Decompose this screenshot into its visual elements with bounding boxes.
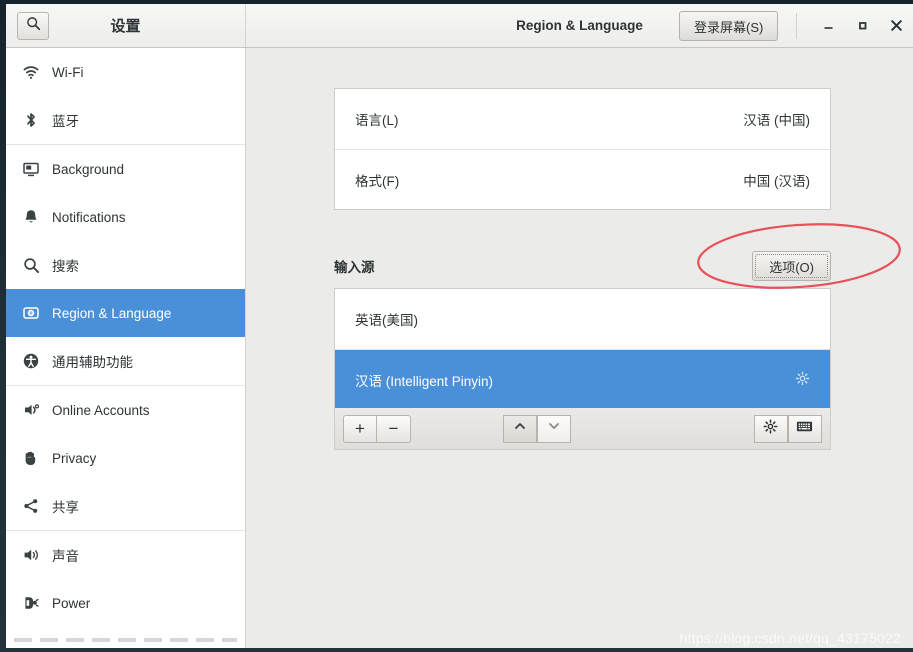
sidebar-item-label: Privacy <box>52 450 97 466</box>
sidebar-item-bluetooth[interactable]: 蓝牙 <box>6 96 245 144</box>
sidebar-item-search[interactable]: 搜索 <box>6 241 245 289</box>
sidebar-item-power[interactable]: Power <box>6 579 245 627</box>
accessibility-icon <box>16 352 46 370</box>
input-source-settings-button[interactable] <box>753 414 788 443</box>
input-sources-title: 输入源 <box>334 260 375 275</box>
share-icon <box>16 497 46 515</box>
monitor-icon <box>16 160 46 178</box>
options-button-label: 选项(O) <box>769 259 814 275</box>
sidebar-item-label: Power <box>52 595 91 611</box>
settings-sidebar: Wi-Fi 蓝牙 Background Notifications 搜索 Reg… <box>6 48 246 648</box>
input-source-label: 英语(美国) <box>355 313 418 328</box>
sidebar-item-label: Region & Language <box>52 305 172 321</box>
chevron-up-icon <box>513 419 527 438</box>
sidebar-item-background[interactable]: Background <box>6 145 245 193</box>
remove-input-source-button[interactable]: − <box>377 414 411 443</box>
search-button[interactable] <box>17 11 49 40</box>
window-content: Wi-Fi 蓝牙 Background Notifications 搜索 Reg… <box>6 48 913 648</box>
sidebar-item-label: Notifications <box>52 209 126 225</box>
search-icon <box>16 257 46 274</box>
input-source-row[interactable]: 英语(美国) <box>335 289 830 349</box>
options-button[interactable]: 选项(O) <box>752 251 831 281</box>
input-source-row[interactable]: 汉语 (Intelligent Pinyin) <box>335 349 830 409</box>
add-remove-group: + − <box>343 414 411 443</box>
input-source-label: 汉语 (Intelligent Pinyin) <box>355 373 494 389</box>
sidebar-item-privacy[interactable]: Privacy <box>6 434 245 482</box>
sidebar-item-region-language[interactable]: Region & Language <box>6 289 245 337</box>
window-controls <box>796 4 913 47</box>
sidebar-item-notifications[interactable]: Notifications <box>6 193 245 241</box>
language-format-card: 语言(L) 汉语 (中国) 格式(F) 中国 (汉语) <box>334 88 831 210</box>
sidebar-item-wifi[interactable]: Wi-Fi <box>6 48 245 96</box>
sidebar-item-label: 搜索 <box>52 259 79 274</box>
sidebar-item-label: 通用辅助功能 <box>52 355 133 370</box>
language-row[interactable]: 语言(L) 汉语 (中国) <box>335 89 830 149</box>
search-icon <box>26 16 41 36</box>
login-screen-button-label: 登录屏幕(S) <box>694 19 764 35</box>
input-sources-header: 输入源 选项(O) <box>334 246 831 286</box>
headerbar-right-section: Region & Language 登录屏幕(S) <box>246 4 913 47</box>
gear-icon[interactable] <box>795 371 810 389</box>
sidebar-item-label: 共享 <box>52 500 79 515</box>
sidebar-scroll-indicator[interactable] <box>14 638 237 642</box>
minus-icon: − <box>388 419 399 438</box>
keyboard-icon <box>796 419 813 439</box>
login-screen-button[interactable]: 登录屏幕(S) <box>679 11 779 41</box>
plus-icon: + <box>355 419 365 438</box>
settings-group <box>753 414 822 443</box>
bluetooth-icon <box>16 111 46 129</box>
wifi-icon <box>16 63 46 81</box>
add-input-source-button[interactable]: + <box>343 414 377 443</box>
sidebar-item-sharing[interactable]: 共享 <box>6 482 245 530</box>
reorder-group <box>502 414 571 443</box>
bell-icon <box>16 208 46 226</box>
globe-icon <box>16 304 46 322</box>
chevron-down-icon <box>547 419 561 438</box>
maximize-button[interactable] <box>845 4 879 47</box>
show-keyboard-layout-button[interactable] <box>787 414 822 443</box>
format-row-label: 格式(F) <box>355 173 400 189</box>
language-row-value: 汉语 (中国) <box>743 113 810 128</box>
sidebar-item-label: Wi-Fi <box>52 64 84 80</box>
move-down-button[interactable] <box>536 414 571 443</box>
speaker-icon <box>16 546 46 564</box>
gear-icon <box>763 419 778 439</box>
sidebar-item-online-accounts[interactable]: Online Accounts <box>6 386 245 434</box>
input-sources-toolbar: + − <box>334 408 831 450</box>
headerbar-left-section: 设置 <box>6 4 246 47</box>
power-plug-icon <box>16 594 46 612</box>
headerbar-divider <box>796 12 797 39</box>
sidebar-item-universal-access[interactable]: 通用辅助功能 <box>6 337 245 385</box>
format-row-value: 中国 (汉语) <box>743 173 810 189</box>
sidebar-item-label: Background <box>52 161 125 177</box>
close-button[interactable] <box>879 4 913 47</box>
input-sources-list: 英语(美国) 汉语 (Intelligent Pinyin) <box>334 288 831 410</box>
minimize-button[interactable] <box>811 4 845 47</box>
format-row[interactable]: 格式(F) 中国 (汉语) <box>335 149 830 209</box>
move-up-button[interactable] <box>502 414 537 443</box>
hand-icon <box>16 449 46 467</box>
sidebar-item-label: Online Accounts <box>52 402 150 418</box>
sidebar-item-label: 蓝牙 <box>52 114 79 129</box>
region-language-panel: 语言(L) 汉语 (中国) 格式(F) 中国 (汉语) 输入源 选项(O) 英语… <box>246 48 913 648</box>
online-accounts-icon <box>16 401 46 419</box>
sidebar-item-label: 声音 <box>52 549 79 564</box>
settings-window: 设置 Region & Language 登录屏幕(S) Wi-Fi 蓝牙 Ba… <box>6 4 913 648</box>
window-headerbar: 设置 Region & Language 登录屏幕(S) <box>6 4 913 48</box>
sidebar-item-sound[interactable]: 声音 <box>6 531 245 579</box>
language-row-label: 语言(L) <box>355 113 399 128</box>
